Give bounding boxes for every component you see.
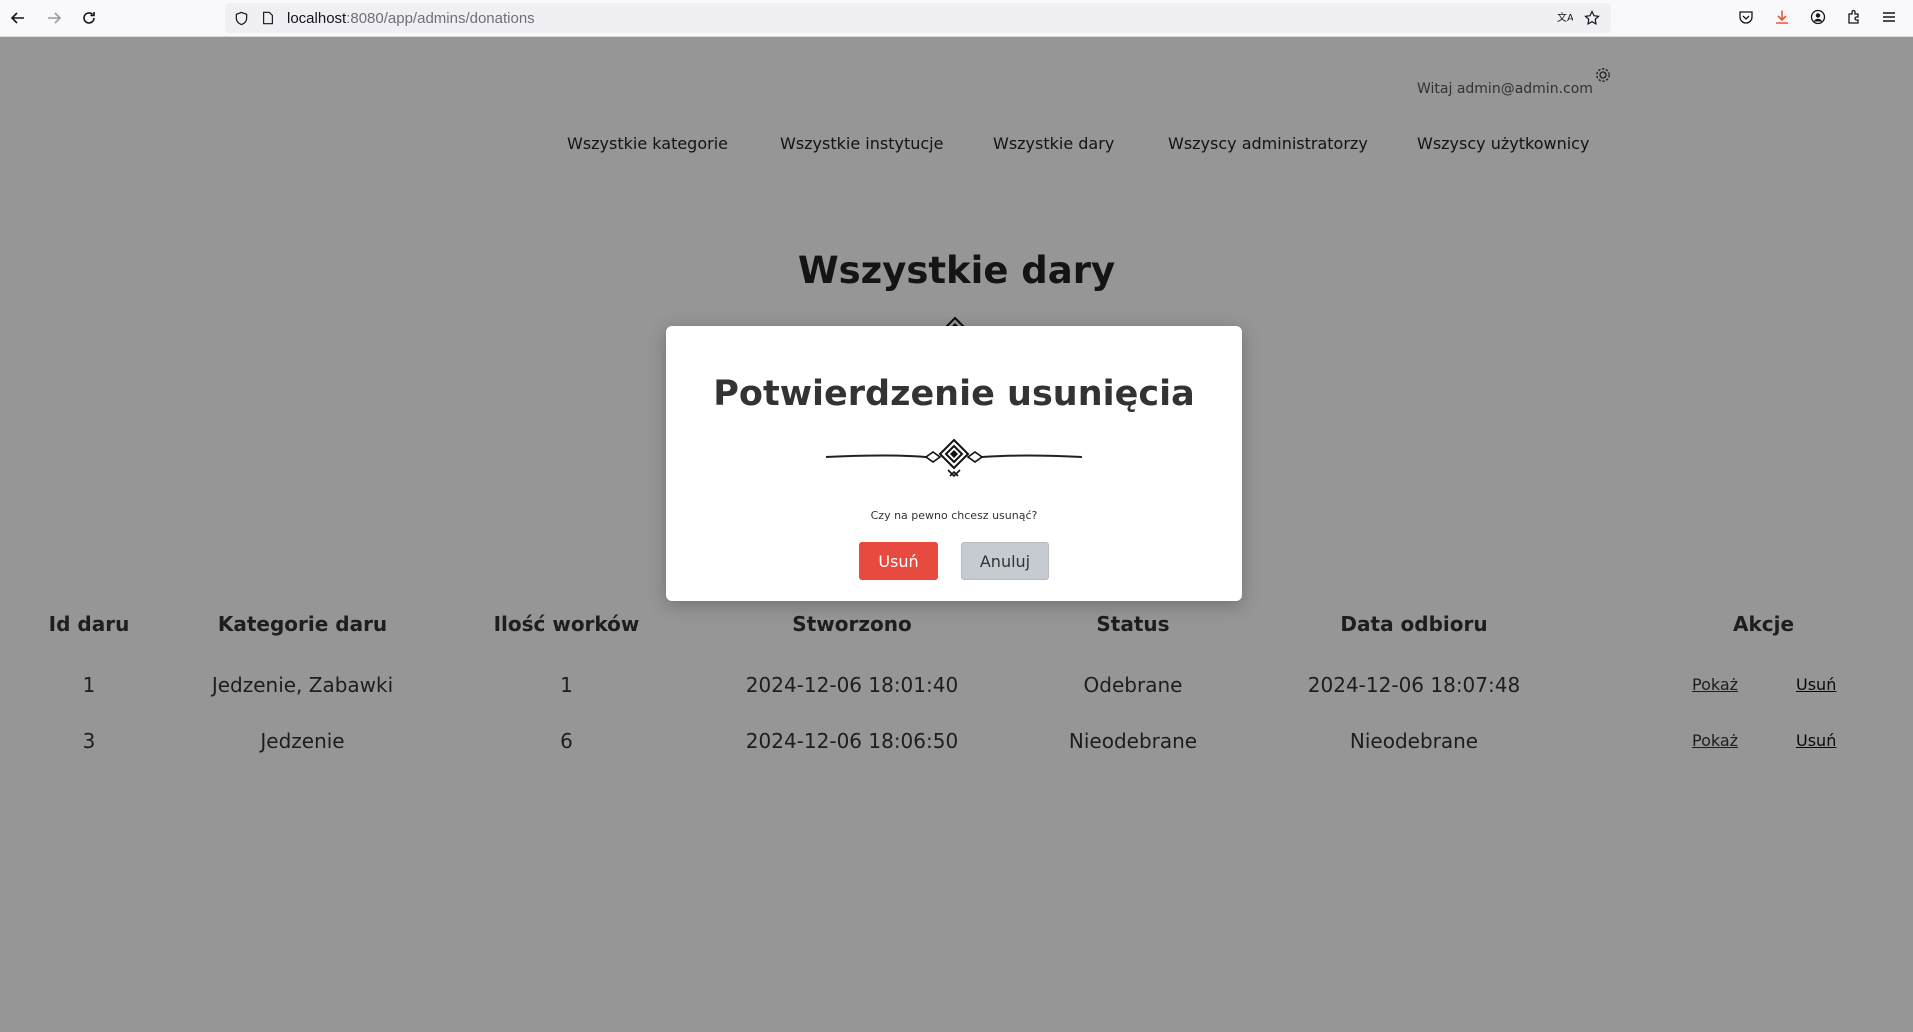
url-bar[interactable]: localhost:8080/app/admins/donations 文A (225, 3, 1611, 33)
ornament-divider-icon (826, 438, 1082, 478)
back-button[interactable] (4, 4, 32, 32)
arrow-left-icon (10, 12, 24, 24)
delete-confirmation-modal: Potwierdzenie usunięcia Czy na pewno chc… (666, 326, 1242, 601)
modal-title: Potwierdzenie usunięcia (713, 374, 1195, 414)
forward-button[interactable] (40, 4, 68, 32)
url-text[interactable]: localhost:8080/app/admins/donations (287, 10, 535, 27)
svg-text:文A: 文A (1557, 11, 1573, 24)
reload-icon (83, 12, 95, 24)
confirm-delete-button[interactable]: Usuń (859, 542, 938, 580)
account-icon[interactable] (1808, 7, 1828, 27)
url-path: :8080/app/admins/donations (346, 10, 535, 27)
pocket-icon[interactable] (1736, 7, 1756, 27)
shield-icon[interactable] (233, 10, 249, 26)
cancel-button[interactable]: Anuluj (961, 542, 1049, 580)
browser-toolbar: localhost:8080/app/admins/donations 文A (0, 0, 1913, 37)
extensions-icon[interactable] (1844, 7, 1864, 27)
url-host: localhost (287, 10, 347, 27)
page-icon (260, 10, 276, 26)
reload-button[interactable] (75, 4, 103, 32)
bookmark-star-icon[interactable] (1584, 10, 1600, 26)
menu-icon[interactable] (1879, 7, 1899, 27)
arrow-right-icon (48, 12, 62, 24)
download-icon[interactable] (1772, 7, 1792, 27)
translate-icon[interactable]: 文A (1557, 10, 1573, 26)
modal-message: Czy na pewno chcesz usunąć? (870, 509, 1038, 522)
